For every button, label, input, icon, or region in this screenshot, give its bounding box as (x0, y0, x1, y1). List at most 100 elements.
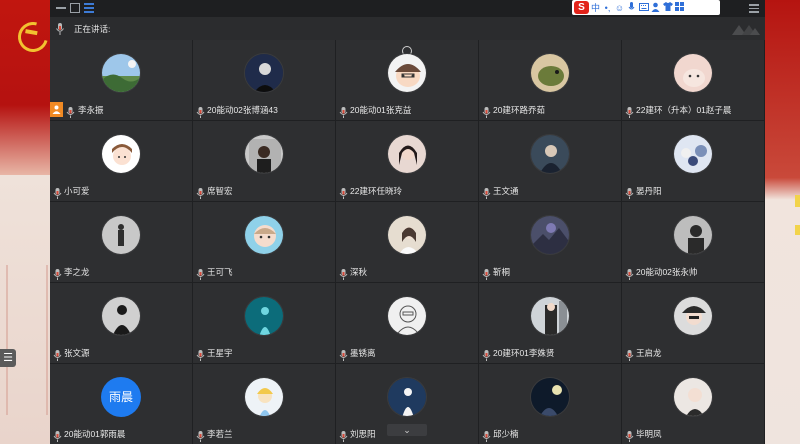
avatar (101, 296, 141, 336)
mic-muted-icon (53, 348, 63, 361)
participant-tile[interactable]: 靳桐 (479, 202, 621, 282)
host-badge-icon (50, 102, 63, 117)
avatar (387, 377, 427, 417)
participant-tile[interactable]: 席智宏 (193, 121, 335, 201)
settings-menu-icon[interactable] (749, 4, 759, 13)
side-list-toggle-icon[interactable]: ☰ (0, 349, 16, 367)
emoji-icon[interactable]: ☺ (614, 2, 625, 14)
participant-name: 22建环任晓玲 (350, 186, 402, 196)
minimize-icon[interactable] (56, 7, 66, 9)
speaking-label: 正在讲话: (74, 24, 111, 34)
maximize-icon[interactable] (70, 3, 80, 13)
participant-name: 20能动02张永帅 (636, 267, 698, 277)
participant-tile[interactable]: 王可飞 (193, 202, 335, 282)
avatar (673, 53, 713, 93)
participant-name: 王星宇 (207, 348, 233, 358)
participant-tile[interactable]: 王启龙 (622, 283, 764, 363)
avatar (101, 53, 141, 93)
mic-muted-icon (196, 105, 206, 118)
ime-language-toggle[interactable]: 中 (590, 2, 601, 14)
participant-name: 张文源 (64, 348, 90, 358)
mic-muted-icon (53, 429, 63, 442)
avatar (530, 134, 570, 174)
participant-tile[interactable]: 20能动01张克益 (336, 40, 478, 120)
background-art-right (765, 0, 800, 444)
avatar (673, 134, 713, 174)
layout-menu-icon[interactable] (84, 3, 94, 13)
participant-name: 20建环路乔茹 (493, 105, 545, 115)
shirt-icon[interactable] (662, 1, 673, 14)
participant-tile[interactable]: 雨晨 20能动01郭雨晨 (50, 364, 192, 444)
avatar (387, 134, 427, 174)
participant-tile[interactable]: 小可爱 (50, 121, 192, 201)
participant-tile[interactable]: 20能动02张博涵43 (193, 40, 335, 120)
participant-tile[interactable]: 墨锈离 (336, 283, 478, 363)
avatar (530, 215, 570, 255)
participant-name: 小可爱 (64, 186, 90, 196)
punctuation-icon[interactable]: •, (602, 2, 613, 14)
participant-name: 李永振 (78, 105, 104, 115)
participant-name: 刘思阳 (350, 429, 376, 439)
participant-tile[interactable]: 王星宇 (193, 283, 335, 363)
mic-muted-icon (482, 267, 492, 280)
speaking-bar: 正在讲话: (50, 17, 765, 40)
mic-muted-icon (66, 105, 76, 118)
avatar (244, 134, 284, 174)
participant-tile[interactable]: 22建环（升本）01赵子晨 (622, 40, 764, 120)
background-mark (795, 195, 800, 207)
ime-toolbar[interactable]: S 中 •, ☺ (572, 0, 720, 15)
mic-muted-icon (196, 348, 206, 361)
participant-tile[interactable]: 晏丹阳 (622, 121, 764, 201)
participant-name: 20能动01郭雨晨 (64, 429, 126, 439)
avatar (387, 215, 427, 255)
participant-tile[interactable]: 张文源 (50, 283, 192, 363)
participant-tile[interactable]: 李之龙 (50, 202, 192, 282)
participant-name: 李之龙 (64, 267, 90, 277)
avatar (101, 215, 141, 255)
participant-tile[interactable]: 李永振 (50, 40, 192, 120)
participant-name: 毕明凤 (636, 429, 662, 439)
participant-tile[interactable]: 李若兰 (193, 364, 335, 444)
background-art-left (0, 175, 50, 444)
mic-muted-icon (625, 429, 635, 442)
participant-name: 邱少楠 (493, 429, 519, 439)
avatar (244, 215, 284, 255)
participant-tile[interactable]: 20建环路乔茹 (479, 40, 621, 120)
participant-name: 李若兰 (207, 429, 233, 439)
avatar (387, 296, 427, 336)
grid-icon[interactable] (674, 1, 685, 14)
mic-muted-icon (339, 348, 349, 361)
scroll-down-icon[interactable]: ⌄ (387, 424, 427, 436)
mic-muted-icon (196, 429, 206, 442)
keyboard-icon[interactable] (638, 2, 649, 14)
person-icon[interactable] (650, 2, 661, 14)
mic-muted-icon (482, 105, 492, 118)
mic-muted-icon (482, 186, 492, 199)
avatar (244, 296, 284, 336)
participant-name: 王启龙 (636, 348, 662, 358)
participant-tile[interactable]: 20能动02张永帅 (622, 202, 764, 282)
background-mark (795, 225, 800, 235)
avatar (530, 296, 570, 336)
participant-grid: 李永振 20能动02张博涵43 20能动01张克益 20建环路乔茹 22建环（升本）01… (50, 40, 765, 444)
mic-muted-icon (196, 186, 206, 199)
participant-tile[interactable]: 深秋 (336, 202, 478, 282)
participant-name: 墨锈离 (350, 348, 376, 358)
avatar (101, 134, 141, 174)
title-bar: S 中 •, ☺ (50, 0, 765, 17)
participant-name: 王可飞 (207, 267, 233, 277)
participant-tile[interactable]: 邱少楠 (479, 364, 621, 444)
participant-name: 靳桐 (493, 267, 511, 277)
participant-tile[interactable]: 20建环01李姝贤 (479, 283, 621, 363)
mic-muted-icon (625, 348, 635, 361)
participant-name: 晏丹阳 (636, 186, 662, 196)
mic-muted-icon (196, 267, 206, 280)
participant-name: 20能动01张克益 (350, 105, 412, 115)
participant-tile[interactable]: 22建环任晓玲 (336, 121, 478, 201)
sogou-logo-icon[interactable]: S (574, 1, 589, 14)
participant-tile[interactable]: 王文通 (479, 121, 621, 201)
mic-muted-icon (53, 267, 63, 280)
mic-icon[interactable] (626, 1, 637, 14)
participant-tile[interactable]: 毕明凤 (622, 364, 764, 444)
avatar (530, 53, 570, 93)
